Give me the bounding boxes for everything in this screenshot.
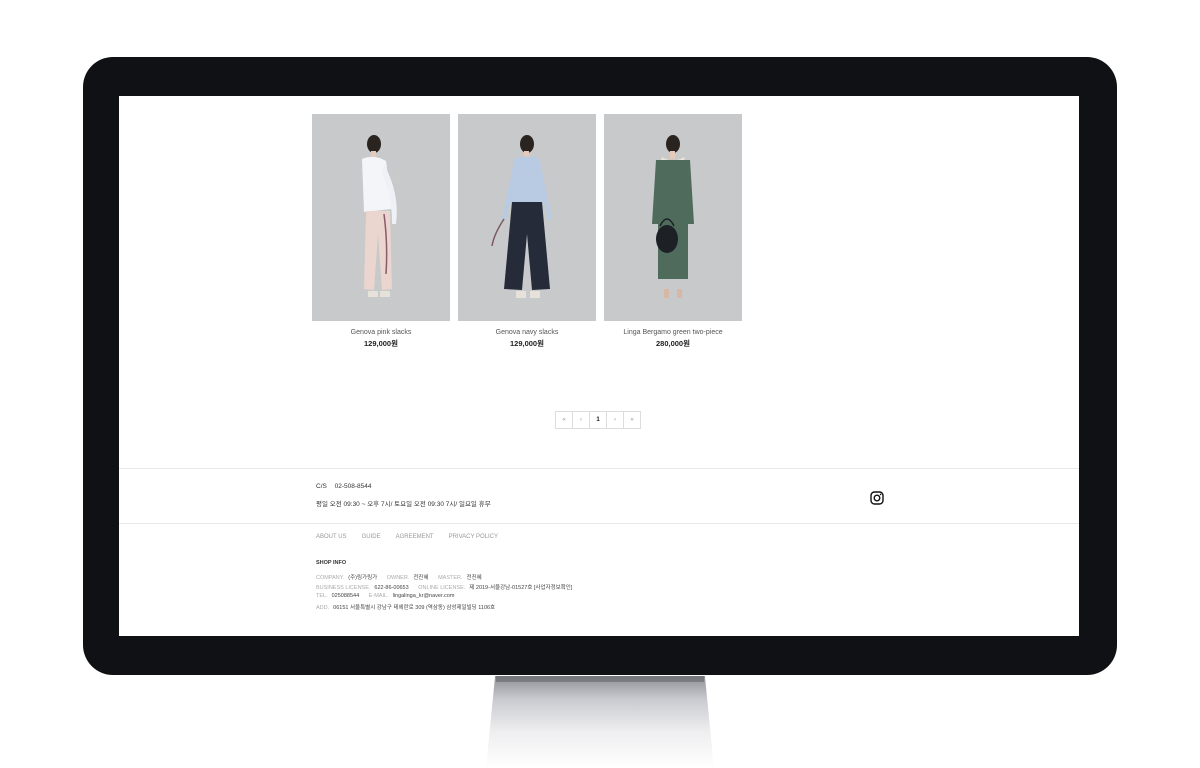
shop-info-row: TEL. 025088544 E-MAIL. lingalinga_kr@naver… [316, 593, 462, 599]
online-label: ONLINE LICENSE. [418, 585, 466, 591]
cs-hours: 평일 오전 09:30 ~ 오후 7시/ 토요일 오전 09:30 7시/ 일요… [316, 501, 491, 508]
product-price: 129,000원 [509, 339, 544, 348]
business-value: 622-86-00653 [374, 585, 409, 591]
product-price: 280,000원 [655, 339, 690, 348]
company-value: (주)링가링가 [348, 575, 378, 581]
owner-value: 전진혜 [413, 575, 429, 581]
shop-info-title: SHOP INFO [316, 560, 347, 566]
website-screen: Genova pink slacks 129,000원 Genova navy … [119, 96, 1079, 636]
product-price: 129,000원 [363, 339, 398, 348]
model-figure-image [362, 135, 397, 297]
footer-links: ABOUT US GUIDE AGREEMENT PRIVACY POLICY [316, 534, 513, 540]
product-card[interactable]: Genova navy slacks 129,000원 [458, 114, 596, 349]
product-name[interactable]: Genova navy slacks [458, 329, 596, 336]
product-photo[interactable] [604, 114, 742, 321]
cs-info: C/S 02-508-8544 [316, 483, 378, 490]
address-label: ADD. [316, 605, 330, 611]
pagination: « ‹ 1 › » [555, 411, 641, 429]
product-photo[interactable] [458, 114, 596, 321]
tel-label: TEL. [316, 593, 328, 599]
shop-info-row: COMPANY. (주)링가링가 OWNER. 전진혜 MASTER. 전진혜 [316, 573, 490, 581]
page-1-button[interactable]: 1 [589, 411, 607, 429]
product-name[interactable]: Genova pink slacks [312, 329, 450, 336]
footer-link-privacy[interactable]: PRIVACY POLICY [449, 534, 498, 540]
product-name[interactable]: Linga Bergamo green two-piece [604, 329, 742, 336]
footer-link-agreement[interactable]: AGREEMENT [396, 534, 434, 540]
owner-label: OWNER. [386, 575, 410, 581]
monitor-stand [486, 676, 714, 768]
product-photo[interactable] [312, 114, 450, 321]
business-label: BUSINESS LICENSE. [316, 585, 371, 591]
instagram-icon[interactable] [869, 490, 885, 506]
cs-label: C/S [316, 483, 327, 490]
master-value: 전진혜 [466, 575, 482, 581]
prev-page-button[interactable]: ‹ [572, 411, 590, 429]
model-figure-image [491, 135, 552, 298]
product-card[interactable]: Genova pink slacks 129,000원 [312, 114, 450, 349]
footer-link-about[interactable]: ABOUT US [316, 534, 347, 540]
next-page-button[interactable]: › [606, 411, 624, 429]
footer-link-guide[interactable]: GUIDE [362, 534, 381, 540]
cs-phone: 02-508-8544 [334, 483, 372, 490]
shop-info-row: BUSINESS LICENSE. 622-86-00653 ONLINE LIC… [316, 583, 580, 591]
address-value: 06151 서울특별시 강남구 테헤란로 309 (역삼동) 삼성제일빌딩 11… [333, 605, 496, 611]
online-value[interactable]: 제 2019-서울강남-01527호 [사업자정보확인] [469, 585, 572, 591]
tel-value: 025088544 [331, 593, 360, 599]
master-label: MASTER. [438, 575, 463, 581]
footer-divider [119, 468, 1079, 469]
model-figure-image [652, 135, 694, 298]
shop-info-row: ADD. 06151 서울특별시 강남구 테헤란로 309 (역삼동) 삼성제일빌… [316, 603, 503, 611]
product-card[interactable]: Linga Bergamo green two-piece 280,000원 [604, 114, 742, 349]
company-label: COMPANY. [316, 575, 345, 581]
email-label: E-MAIL. [368, 593, 389, 599]
email-value[interactable]: lingalinga_kr@naver.com [393, 593, 455, 599]
last-page-button[interactable]: » [623, 411, 641, 429]
monitor-stand-shadow [496, 676, 704, 682]
first-page-button[interactable]: « [555, 411, 573, 429]
footer-divider [119, 523, 1079, 524]
